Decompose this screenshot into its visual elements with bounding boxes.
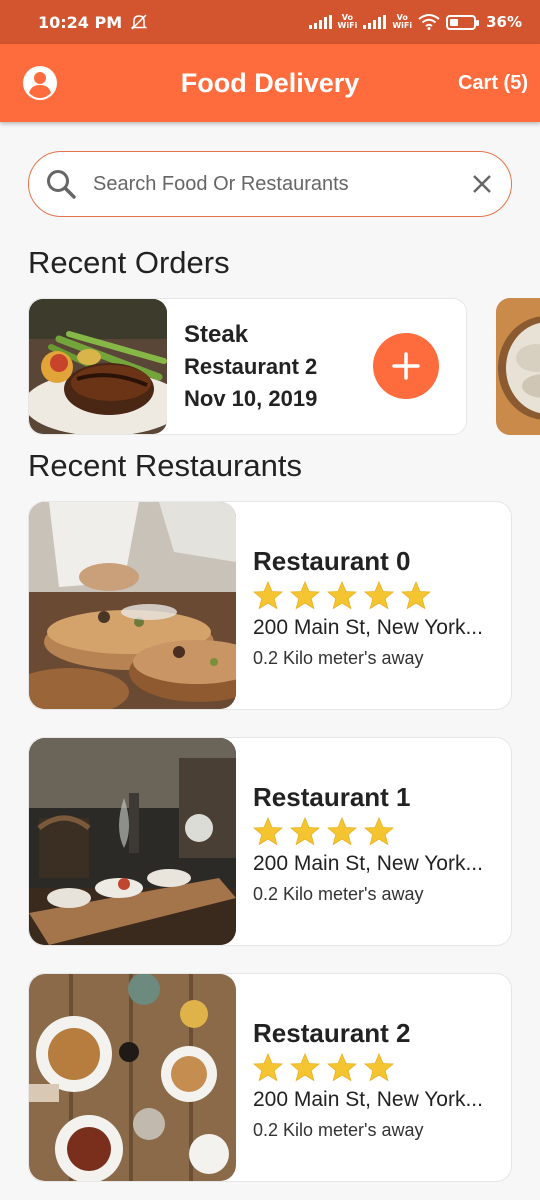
star-icon	[253, 1053, 283, 1082]
recent-orders-title: Recent Orders	[28, 245, 230, 280]
order-food-image	[29, 299, 167, 434]
signal-icon	[308, 15, 332, 29]
star-icon	[253, 581, 283, 610]
star-icon	[290, 817, 320, 846]
status-time: 10:24 PM	[38, 12, 123, 32]
restaurant-image	[29, 738, 236, 945]
restaurant-address: 200 Main St, New York...	[253, 1088, 483, 1111]
recent-restaurants-title: Recent Restaurants	[28, 448, 302, 483]
search-input[interactable]	[93, 172, 471, 196]
battery-percent: 36%	[486, 13, 522, 31]
restaurant-card[interactable]: Restaurant 0 200 Main St, New York... 0.…	[28, 501, 512, 710]
restaurant-image	[29, 502, 236, 709]
plus-icon	[392, 352, 420, 380]
vowifi-icon: Vo WiFi	[337, 13, 358, 30]
rating-stars	[253, 817, 483, 846]
app-bar: Food Delivery Cart (5)	[0, 44, 540, 122]
restaurant-info: Restaurant 1 200 Main St, New York... 0.…	[253, 738, 483, 945]
star-icon	[290, 581, 320, 610]
restaurant-name: Restaurant 0	[253, 546, 411, 576]
add-order-button[interactable]	[373, 333, 439, 399]
restaurant-distance: 0.2 Kilo meter's away	[253, 648, 424, 668]
order-food-name: Steak	[184, 320, 249, 348]
order-info: Steak Restaurant 2 Nov 10, 2019	[184, 319, 317, 415]
restaurant-distance: 0.2 Kilo meter's away	[253, 884, 424, 904]
account-icon[interactable]	[22, 65, 58, 101]
search-bar	[28, 151, 512, 217]
restaurant-info: Restaurant 2 200 Main St, New York... 0.…	[253, 974, 483, 1181]
clear-icon[interactable]	[471, 173, 493, 195]
cart-button[interactable]: Cart (5)	[458, 72, 528, 95]
restaurant-image	[29, 974, 236, 1181]
star-icon	[290, 1053, 320, 1082]
signal-icon-2	[363, 15, 387, 29]
star-icon	[327, 581, 357, 610]
rating-stars	[253, 1053, 483, 1082]
star-icon	[327, 817, 357, 846]
silent-bell-icon	[130, 14, 148, 30]
star-icon	[327, 1053, 357, 1082]
star-icon	[364, 581, 394, 610]
restaurant-info: Restaurant 0 200 Main St, New York... 0.…	[253, 502, 483, 709]
order-date: Nov 10, 2019	[184, 385, 318, 411]
restaurant-name: Restaurant 1	[253, 782, 411, 812]
star-icon	[253, 817, 283, 846]
battery-icon	[446, 14, 480, 30]
restaurant-address: 200 Main St, New York...	[253, 616, 483, 639]
star-icon	[401, 581, 431, 610]
restaurant-address: 200 Main St, New York...	[253, 852, 483, 875]
search-icon	[47, 170, 76, 199]
recent-order-card[interactable]: Steak Restaurant 2 Nov 10, 2019	[28, 298, 467, 435]
restaurant-distance: 0.2 Kilo meter's away	[253, 1120, 424, 1140]
star-icon	[364, 817, 394, 846]
recent-order-card-next[interactable]	[496, 298, 540, 435]
star-icon	[364, 1053, 394, 1082]
vowifi-icon-2: Vo WiFi	[392, 13, 413, 30]
status-bar: 10:24 PM Vo WiFi Vo WiFi 36%	[0, 0, 540, 44]
restaurant-card[interactable]: Restaurant 1 200 Main St, New York... 0.…	[28, 737, 512, 946]
rating-stars	[253, 581, 483, 610]
wifi-icon	[418, 14, 440, 30]
order-restaurant: Restaurant 2	[184, 353, 318, 379]
restaurant-card[interactable]: Restaurant 2 200 Main St, New York... 0.…	[28, 973, 512, 1182]
restaurant-name: Restaurant 2	[253, 1018, 411, 1048]
